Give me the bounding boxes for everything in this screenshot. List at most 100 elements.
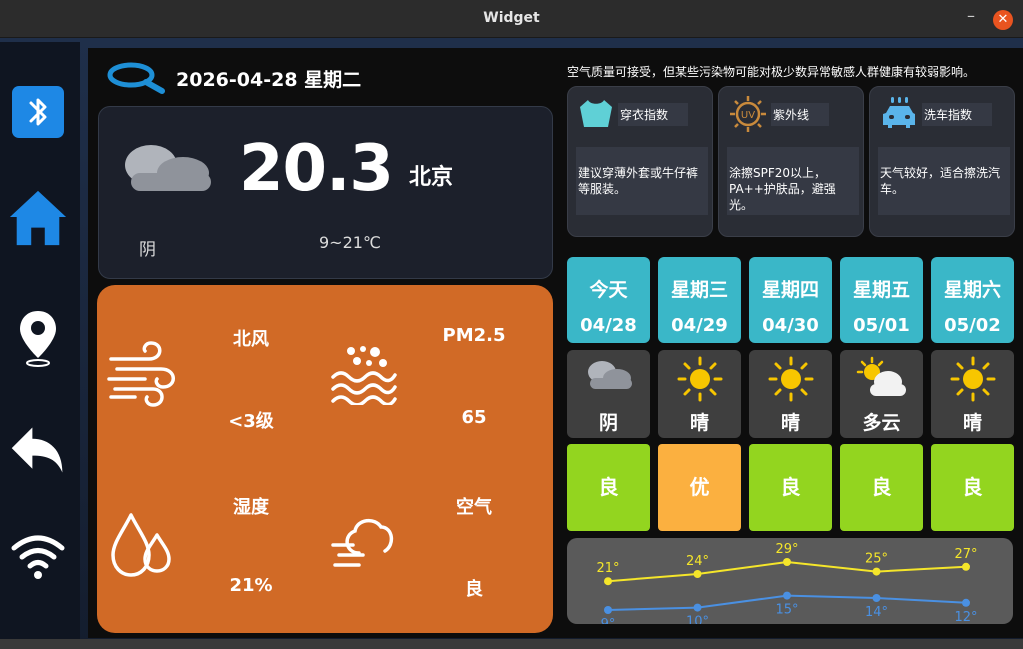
weather-details-card: 北风 <3级 PM2.5 65 湿度 21% 空气 良: [97, 285, 553, 633]
data-point: [872, 567, 881, 576]
pm25-label: PM2.5: [442, 325, 506, 346]
current-date: 2026-04-28 星期二: [176, 68, 362, 91]
index-card-clothing: 穿衣指数 建议穿薄外套或牛仔裤等服装。: [567, 86, 713, 237]
city-name: 北京: [409, 165, 454, 190]
temperature-chart-svg: 21° 24° 29° 25° 27° 9° 10° 15° 14° 12°: [596, 542, 977, 632]
index-body: 天气较好，适合擦洗汽车。: [878, 147, 1010, 215]
forecast-day-name: 星期三: [670, 279, 728, 301]
forecast-date: 04/30: [762, 315, 819, 336]
data-label: 27°: [954, 547, 977, 562]
forecast-air-quality: 良: [931, 444, 1014, 531]
index-title: 紫外线: [771, 102, 830, 126]
data-point: [693, 570, 702, 578]
car-wash-icon: [883, 97, 915, 128]
window-titlebar: Widget – ✕: [0, 0, 1023, 38]
wind-direction: 北风: [233, 329, 269, 350]
air-value: 良: [465, 579, 483, 600]
wifi-icon: [11, 535, 65, 579]
partly-cloudy-icon: [856, 356, 906, 396]
forecast-date: 04/28: [580, 315, 637, 336]
data-label: 9°: [601, 617, 616, 624]
forecast-air-quality: 良: [567, 444, 650, 531]
data-label: 29°: [775, 542, 798, 557]
forecast-weather: 晴: [931, 350, 1014, 438]
temperature-range: 9~21℃: [319, 233, 381, 252]
index-card-header: 穿衣指数: [578, 95, 706, 133]
data-point: [783, 558, 791, 566]
data-point: [604, 577, 612, 586]
uv-icon: UV: [730, 96, 766, 132]
wifi-button[interactable]: [8, 526, 68, 586]
window-title: Widget: [483, 10, 540, 26]
forecast-day-header: 星期五 05/01: [840, 257, 923, 343]
date-header: 2026-04-28 星期二: [106, 60, 361, 96]
data-label: 12°: [954, 610, 977, 624]
humidity-icon: [111, 513, 171, 577]
data-point: [962, 562, 970, 571]
location-button[interactable]: [8, 308, 68, 368]
data-label: 15°: [775, 603, 798, 618]
forecast-condition: 晴: [962, 412, 982, 434]
location-pin-icon: [20, 311, 56, 367]
forecast-day-header: 星期三 04/29: [658, 257, 741, 343]
sidebar: [0, 42, 80, 639]
forecast-air-quality: 良: [749, 444, 832, 531]
forecast-date: 05/01: [853, 315, 910, 336]
current-condition: 阴: [139, 240, 156, 260]
index-card-uv: UV 紫外线 涂擦SPF20以上，PA++护肤品，避强光。: [718, 86, 864, 237]
forecast-date: 05/02: [944, 315, 1001, 336]
taskbar: [0, 639, 1023, 649]
back-button[interactable]: [8, 420, 68, 480]
index-title: 穿衣指数: [618, 102, 689, 126]
air-quality-note: 空气质量可接受，但某些污染物可能对极少数异常敏感人群健康有较弱影响。: [567, 65, 976, 79]
forecast-condition: 晴: [780, 412, 800, 434]
forecast-day-header: 星期六 05/02: [931, 257, 1014, 343]
forecast-weather: 阴: [567, 350, 650, 438]
forecast-condition: 多云: [862, 412, 901, 434]
cloud-icon: [587, 361, 632, 389]
index-body: 建议穿薄外套或牛仔裤等服装。: [576, 147, 708, 215]
wind-icon: [107, 341, 175, 407]
forecast-weather: 晴: [749, 350, 832, 438]
data-point: [604, 606, 612, 614]
index-card-header: 洗车指数: [880, 95, 1008, 133]
temperature-chart: 21° 24° 29° 25° 27° 9° 10° 15° 14° 12°: [567, 538, 1013, 632]
humidity-value: 21%: [229, 575, 273, 596]
data-label: 14°: [865, 605, 888, 620]
pm25-icon: [331, 346, 397, 405]
data-label: 21°: [596, 561, 619, 576]
forecast-date: 04/29: [671, 315, 728, 336]
forecast-weather: 多云: [840, 350, 923, 438]
sun-icon: [768, 356, 813, 402]
forecast-day-name: 星期四: [761, 279, 819, 301]
forecast-condition: 晴: [689, 412, 709, 434]
bluetooth-button[interactable]: [8, 82, 68, 142]
close-button[interactable]: ✕: [993, 10, 1013, 30]
search-icon[interactable]: [106, 61, 166, 95]
data-point: [783, 591, 791, 600]
index-card-carwash: 洗车指数 天气较好，适合擦洗汽车。: [869, 86, 1015, 237]
forecast-condition: 阴: [598, 412, 618, 434]
data-point: [872, 594, 881, 602]
air-label: 空气: [456, 497, 492, 518]
forecast-day-header: 今天 04/28: [567, 257, 650, 343]
index-title: 洗车指数: [922, 102, 993, 126]
data-label: 25°: [865, 552, 888, 567]
pm25-value: 65: [461, 407, 487, 428]
home-icon: [9, 190, 67, 246]
air-quality-icon: [331, 518, 394, 567]
humidity-label: 湿度: [233, 497, 269, 518]
back-arrow-icon: [11, 427, 63, 473]
sun-icon: [950, 356, 995, 402]
index-body: 涂擦SPF20以上，PA++护肤品，避强光。: [727, 147, 859, 215]
current-temperature: 20.3: [239, 132, 394, 206]
forecast-air-quality: 良: [840, 444, 923, 531]
minimize-button[interactable]: –: [962, 6, 980, 30]
forecast-day-name: 星期五: [852, 279, 910, 301]
current-weather-card: 20.3 北京 阴 9~21℃: [98, 106, 553, 279]
forecast-day-name: 星期六: [943, 279, 1001, 301]
svg-text:UV: UV: [741, 110, 755, 121]
home-button[interactable]: [8, 188, 68, 248]
index-card-header: UV 紫外线: [729, 95, 857, 133]
sun-icon: [677, 356, 722, 402]
